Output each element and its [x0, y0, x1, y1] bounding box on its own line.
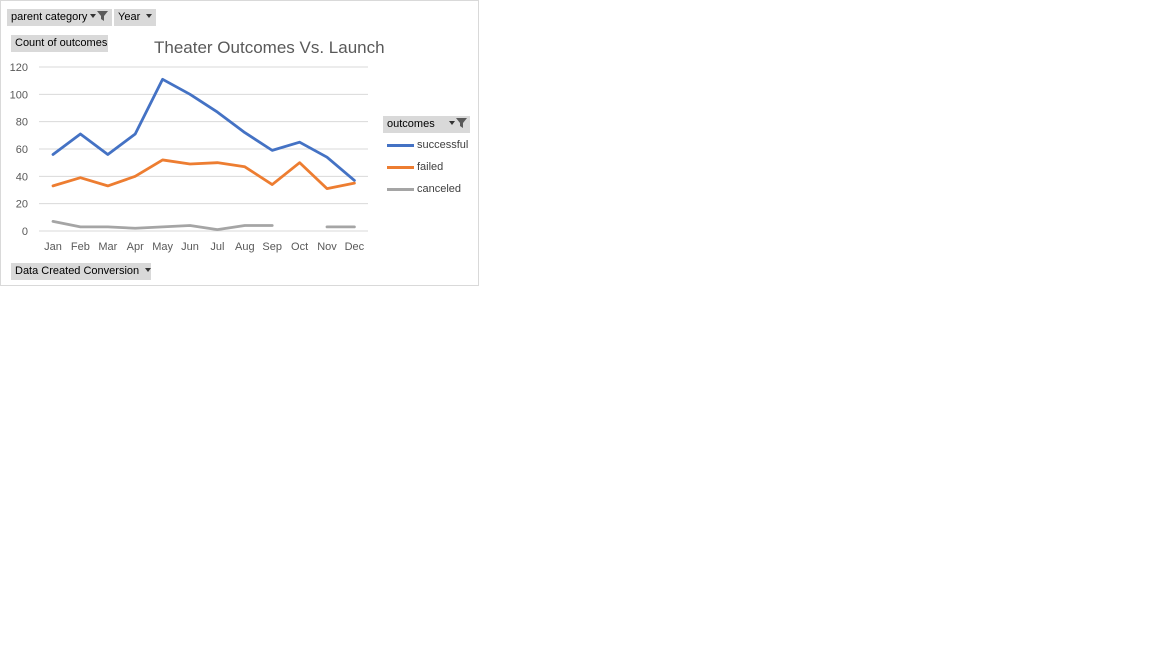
x-tick-label: Feb — [71, 241, 90, 253]
axis-field-label: Data Created Conversion — [15, 265, 140, 277]
outcomes-legend-field-button[interactable]: outcomes — [383, 116, 470, 133]
legend-swatch — [387, 188, 414, 191]
x-tick-label: Sep — [262, 241, 282, 253]
outcomes-field-label: outcomes — [387, 118, 435, 130]
dropdown-arrow-icon — [145, 268, 152, 273]
filter-icon — [455, 118, 467, 129]
dropdown-arrow-icon — [448, 121, 455, 126]
legend-label: failed — [417, 161, 444, 173]
x-tick-label: Jan — [44, 241, 62, 253]
x-tick-label: Mar — [98, 241, 117, 253]
y-tick-label: 80 — [16, 117, 28, 129]
x-tick-label: Apr — [127, 241, 144, 253]
x-tick-label: Jul — [210, 241, 224, 253]
data-created-conversion-button[interactable]: Data Created Conversion — [11, 263, 152, 280]
series-line-failed — [51, 158, 356, 191]
y-tick-label: 0 — [22, 226, 28, 238]
x-tick-label: Nov — [317, 241, 337, 253]
y-tick-label: 20 — [16, 199, 28, 211]
y-tick-label: 60 — [16, 144, 28, 156]
y-tick-label: 40 — [16, 171, 28, 183]
x-tick-label: Jun — [181, 241, 199, 253]
x-tick-label: May — [152, 241, 173, 253]
x-tick-label: Aug — [235, 241, 255, 253]
y-tick-label: 120 — [10, 62, 28, 74]
series-line-canceled — [51, 220, 274, 232]
x-tick-label: Dec — [345, 241, 365, 253]
y-tick-label: 100 — [10, 89, 28, 101]
legend-swatch — [387, 166, 414, 169]
pivot-chart[interactable]: parent category Year Count of outcomes T… — [0, 0, 479, 286]
legend-label: canceled — [417, 183, 462, 195]
legend-label: successful — [417, 139, 469, 151]
x-tick-label: Oct — [291, 241, 308, 253]
legend-swatch — [387, 144, 414, 147]
